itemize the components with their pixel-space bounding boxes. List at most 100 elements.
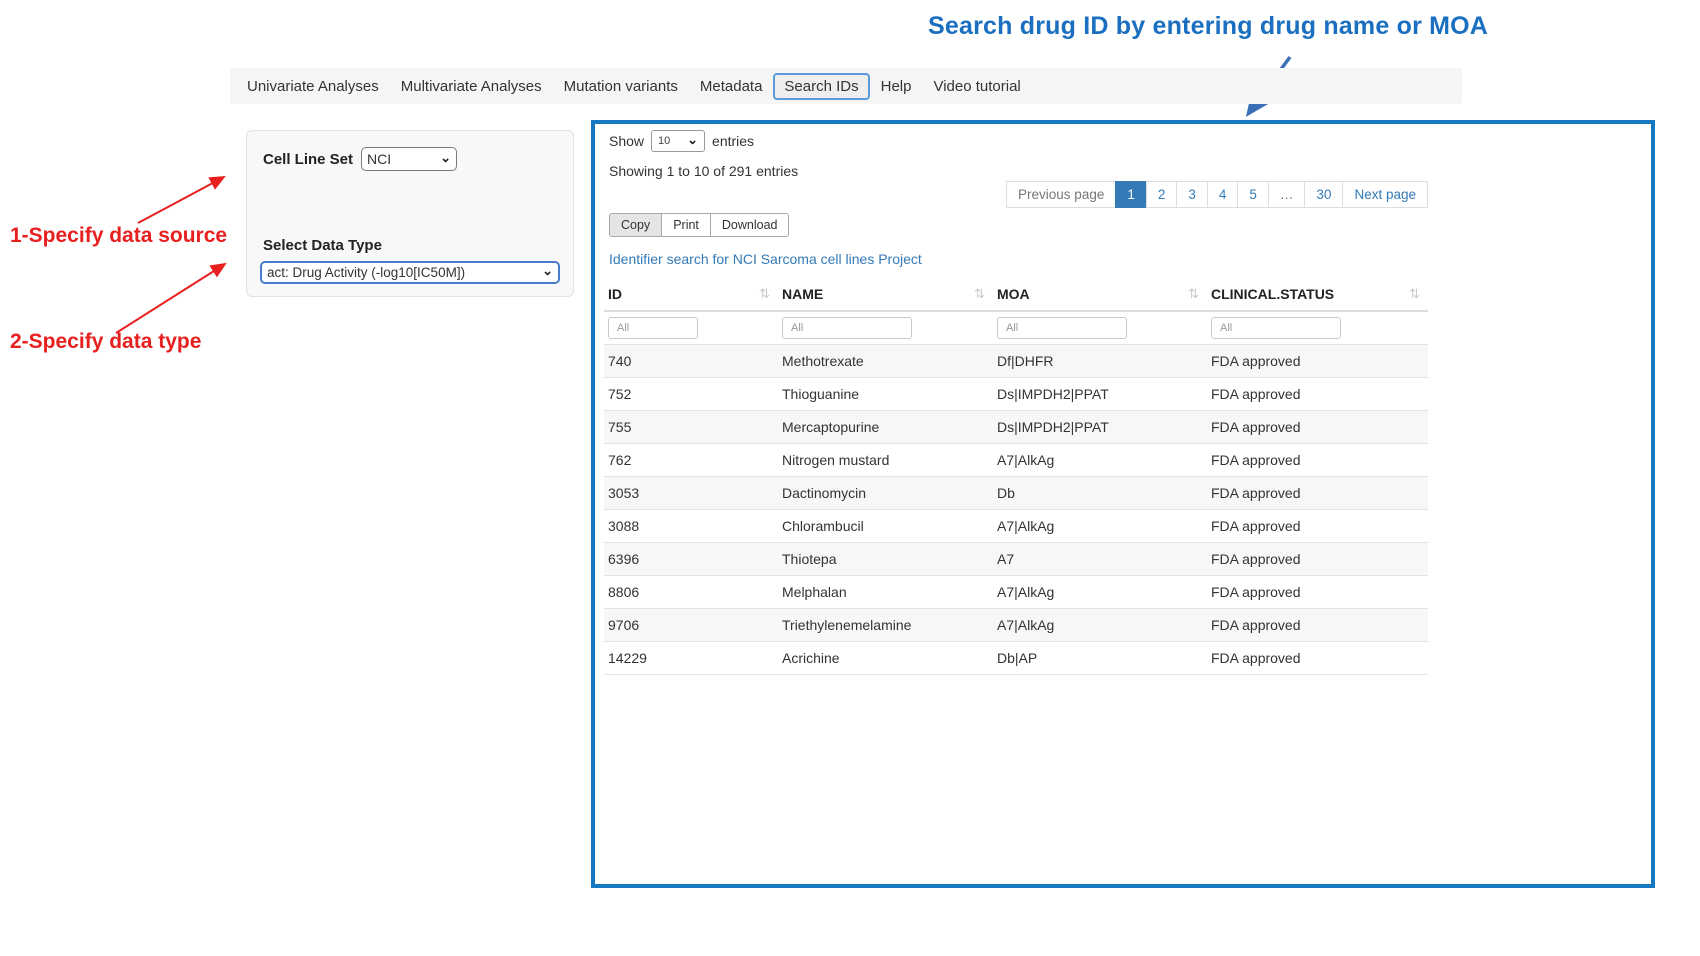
cell-moa: A7|AlkAg bbox=[993, 576, 1207, 609]
cell-name: Mercaptopurine bbox=[778, 411, 993, 444]
tab-search-ids[interactable]: Search IDs bbox=[773, 73, 869, 100]
cell-moa: A7|AlkAg bbox=[993, 444, 1207, 477]
control-panel: Cell Line Set NCI ⌄ Select Data Type act… bbox=[246, 130, 574, 297]
cell-moa: Db|AP bbox=[993, 642, 1207, 675]
pagination-previous[interactable]: Previous page bbox=[1006, 181, 1116, 208]
column-header-clinical-status[interactable]: CLINICAL.STATUS⇅ bbox=[1207, 278, 1428, 311]
identifier-search-link[interactable]: Identifier search for NCI Sarcoma cell l… bbox=[609, 251, 922, 267]
cell-status: FDA approved bbox=[1207, 477, 1428, 510]
tab-mutation-variants[interactable]: Mutation variants bbox=[553, 73, 689, 100]
pagination-page-30[interactable]: 30 bbox=[1304, 181, 1343, 208]
cell-status: FDA approved bbox=[1207, 510, 1428, 543]
table-row: 8806 Melphalan A7|AlkAg FDA approved bbox=[604, 576, 1428, 609]
cell-status: FDA approved bbox=[1207, 543, 1428, 576]
cell-line-set-select[interactable]: NCI ⌄ bbox=[361, 147, 457, 171]
copy-button[interactable]: Copy bbox=[609, 213, 662, 237]
cell-status: FDA approved bbox=[1207, 378, 1428, 411]
pagination-page-4[interactable]: 4 bbox=[1207, 181, 1239, 208]
pagination-page-5[interactable]: 5 bbox=[1237, 181, 1269, 208]
red-arrow-1 bbox=[138, 177, 224, 223]
pagination-ellipsis: … bbox=[1268, 181, 1306, 208]
cell-status: FDA approved bbox=[1207, 411, 1428, 444]
cell-id: 6396 bbox=[604, 543, 778, 576]
data-type-value: act: Drug Activity (-log10[IC50M]) bbox=[267, 265, 465, 280]
pagination-page-2[interactable]: 2 bbox=[1146, 181, 1178, 208]
cell-id: 3053 bbox=[604, 477, 778, 510]
column-header-name[interactable]: NAME⇅ bbox=[778, 278, 993, 311]
page-length-value: 10 bbox=[658, 135, 670, 147]
pagination-page-1[interactable]: 1 bbox=[1115, 181, 1147, 208]
cell-status: FDA approved bbox=[1207, 609, 1428, 642]
cell-id: 8806 bbox=[604, 576, 778, 609]
table-header-row: ID⇅ NAME⇅ MOA⇅ CLINICAL.STATUS⇅ bbox=[604, 278, 1428, 311]
tab-univariate-analyses[interactable]: Univariate Analyses bbox=[236, 73, 390, 100]
cell-moa: A7 bbox=[993, 543, 1207, 576]
filter-input-moa[interactable] bbox=[997, 317, 1127, 339]
cell-moa: Df|DHFR bbox=[993, 345, 1207, 378]
cell-status: FDA approved bbox=[1207, 642, 1428, 675]
showing-entries-text: Showing 1 to 10 of 291 entries bbox=[609, 163, 798, 179]
chevron-down-icon: ⌄ bbox=[440, 151, 451, 164]
cell-name: Dactinomycin bbox=[778, 477, 993, 510]
sort-icon: ⇅ bbox=[759, 286, 770, 302]
cell-line-set-value: NCI bbox=[367, 151, 391, 167]
cell-id: 3088 bbox=[604, 510, 778, 543]
download-button[interactable]: Download bbox=[710, 213, 790, 237]
sort-icon: ⇅ bbox=[974, 286, 985, 302]
cell-moa: Ds|IMPDH2|PPAT bbox=[993, 378, 1207, 411]
drug-id-table: ID⇅ NAME⇅ MOA⇅ CLINICAL.STATUS⇅ 740 Meth… bbox=[604, 278, 1428, 675]
cell-name: Thiotepa bbox=[778, 543, 993, 576]
sort-icon: ⇅ bbox=[1188, 286, 1199, 302]
cell-name: Acrichine bbox=[778, 642, 993, 675]
show-label: Show bbox=[609, 133, 644, 149]
red-arrow-2 bbox=[116, 264, 225, 333]
show-entries-control: Show 10 ⌄ entries bbox=[609, 130, 754, 152]
cell-id: 762 bbox=[604, 444, 778, 477]
pagination: Previous page 1 2 3 4 5 … 30 Next page bbox=[1007, 181, 1428, 208]
tab-help[interactable]: Help bbox=[870, 73, 923, 100]
tab-metadata[interactable]: Metadata bbox=[689, 73, 774, 100]
data-type-select[interactable]: act: Drug Activity (-log10[IC50M]) ⌄ bbox=[260, 261, 560, 284]
cell-name: Chlorambucil bbox=[778, 510, 993, 543]
page-length-select[interactable]: 10 ⌄ bbox=[651, 130, 705, 152]
top-nav: Univariate Analyses Multivariate Analyse… bbox=[230, 68, 1462, 104]
pagination-page-3[interactable]: 3 bbox=[1176, 181, 1208, 208]
page: Search drug ID by entering drug name or … bbox=[0, 0, 1700, 956]
filter-input-clinical-status[interactable] bbox=[1211, 317, 1341, 339]
cell-moa: Ds|IMPDH2|PPAT bbox=[993, 411, 1207, 444]
cell-name: Triethylenemelamine bbox=[778, 609, 993, 642]
chevron-down-icon: ⌄ bbox=[687, 133, 698, 146]
cell-name: Melphalan bbox=[778, 576, 993, 609]
filter-input-name[interactable] bbox=[782, 317, 912, 339]
table-row: 14229 Acrichine Db|AP FDA approved bbox=[604, 642, 1428, 675]
chevron-down-icon: ⌄ bbox=[542, 264, 553, 277]
pagination-next[interactable]: Next page bbox=[1342, 181, 1428, 208]
cell-name: Methotrexate bbox=[778, 345, 993, 378]
sort-icon: ⇅ bbox=[1409, 286, 1420, 302]
cell-id: 755 bbox=[604, 411, 778, 444]
cell-moa: A7|AlkAg bbox=[993, 510, 1207, 543]
column-header-moa[interactable]: MOA⇅ bbox=[993, 278, 1207, 311]
table-row: 755 Mercaptopurine Ds|IMPDH2|PPAT FDA ap… bbox=[604, 411, 1428, 444]
annotation-step1: 1-Specify data source bbox=[10, 224, 227, 248]
column-header-id[interactable]: ID⇅ bbox=[604, 278, 778, 311]
filter-input-id[interactable] bbox=[608, 317, 698, 339]
table-row: 752 Thioguanine Ds|IMPDH2|PPAT FDA appro… bbox=[604, 378, 1428, 411]
tab-multivariate-analyses[interactable]: Multivariate Analyses bbox=[390, 73, 553, 100]
cell-name: Thioguanine bbox=[778, 378, 993, 411]
cell-id: 14229 bbox=[604, 642, 778, 675]
cell-moa: Db bbox=[993, 477, 1207, 510]
cell-id: 740 bbox=[604, 345, 778, 378]
annotation-step2: 2-Specify data type bbox=[10, 330, 201, 354]
tab-video-tutorial[interactable]: Video tutorial bbox=[922, 73, 1031, 100]
print-button[interactable]: Print bbox=[661, 213, 711, 237]
cell-id: 752 bbox=[604, 378, 778, 411]
annotation-heading: Search drug ID by entering drug name or … bbox=[928, 12, 1488, 41]
data-type-label: Select Data Type bbox=[263, 237, 382, 254]
cell-status: FDA approved bbox=[1207, 576, 1428, 609]
export-button-group: Copy Print Download bbox=[609, 213, 789, 237]
cell-status: FDA approved bbox=[1207, 444, 1428, 477]
table-row: 762 Nitrogen mustard A7|AlkAg FDA approv… bbox=[604, 444, 1428, 477]
table-row: 3053 Dactinomycin Db FDA approved bbox=[604, 477, 1428, 510]
table-filter-row bbox=[604, 311, 1428, 345]
